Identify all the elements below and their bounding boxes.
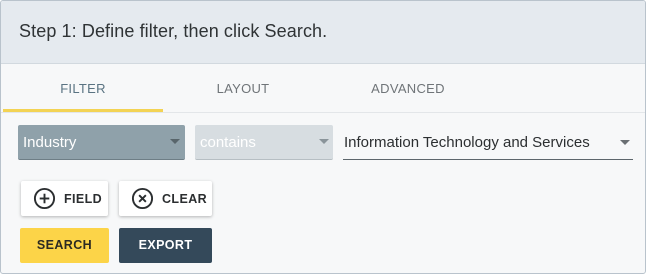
value-select[interactable]: Information Technology and Services [343,125,633,160]
caret-down-icon [620,140,630,145]
clear-button[interactable]: CLEAR [119,181,212,216]
clear-label: CLEAR [162,192,208,206]
add-field-button[interactable]: FIELD [21,181,108,216]
active-tab-indicator [3,109,163,112]
operator-select[interactable]: contains [195,125,333,160]
tab-advanced[interactable]: ADVANCED [328,64,488,113]
field-select[interactable]: Industry [18,125,185,160]
plus-circle-icon [33,187,56,210]
step-header: Step 1: Define filter, then click Search… [1,1,645,64]
tab-layout[interactable]: LAYOUT [163,64,323,113]
caret-down-icon [170,139,180,144]
add-field-label: FIELD [64,192,103,206]
tab-filter[interactable]: FILTER [3,64,163,113]
tab-bar: FILTER LAYOUT ADVANCED [1,64,645,113]
filter-panel: Step 1: Define filter, then click Search… [0,0,646,274]
value-select-value: Information Technology and Services [344,134,590,151]
x-circle-icon [131,187,154,210]
step-title: Step 1: Define filter, then click Search… [19,21,328,41]
caret-down-icon [319,139,329,144]
field-select-value: Industry [23,134,77,151]
operator-select-value: contains [200,134,256,151]
export-button[interactable]: EXPORT [119,228,212,263]
search-button[interactable]: SEARCH [20,228,109,263]
